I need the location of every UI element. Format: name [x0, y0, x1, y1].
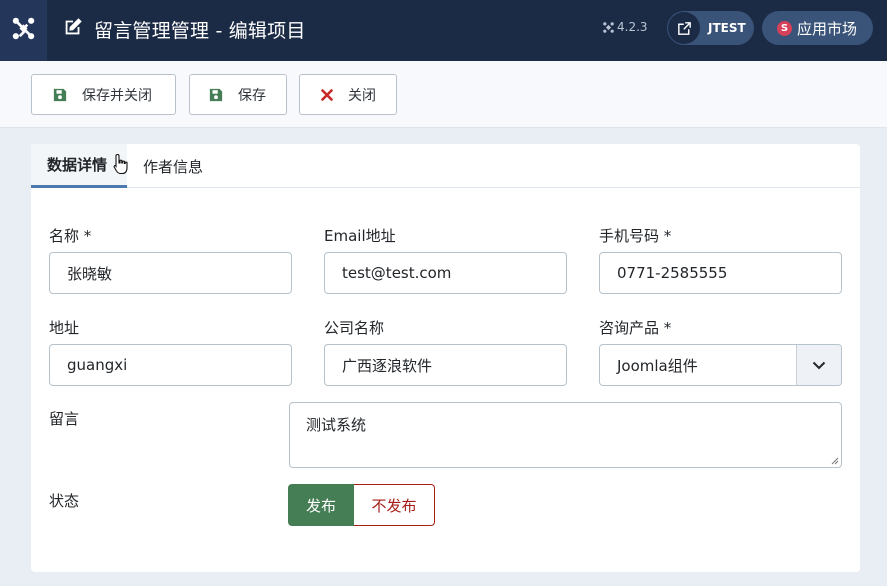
- email-label: Email地址: [324, 227, 396, 245]
- message-textarea[interactable]: 测试系统: [289, 402, 842, 468]
- site-link-button[interactable]: JTEST: [667, 11, 754, 45]
- hand-pointer-icon: [113, 153, 128, 175]
- address-input[interactable]: guangxi: [49, 344, 292, 386]
- page-title: 留言管理管理 - 编辑项目: [94, 20, 306, 42]
- app-market-button[interactable]: S 应用市场: [762, 11, 873, 45]
- message-text: 测试系统: [306, 416, 367, 434]
- site-button-label: JTEST: [708, 21, 746, 35]
- status-label: 状态: [49, 492, 80, 510]
- save-and-close-label: 保存并关闭: [82, 87, 152, 104]
- joomla-logo-button[interactable]: [0, 0, 47, 61]
- status-unpublished-option[interactable]: 不发布: [354, 484, 435, 526]
- close-label: 关闭: [348, 87, 376, 104]
- chevron-down-icon[interactable]: [796, 345, 841, 385]
- joomla-logo-icon: [12, 17, 35, 40]
- app-market-label: 应用市场: [797, 19, 858, 38]
- phone-input[interactable]: 0771-2585555: [599, 252, 842, 294]
- joomla-small-icon: [603, 21, 614, 33]
- admin-header: 留言管理管理 - 编辑项目 4.2.3 JTEST S 应用市场: [0, 0, 887, 61]
- phone-label: 手机号码 *: [599, 227, 672, 245]
- tab-author-info[interactable]: 作者信息: [143, 144, 203, 188]
- close-x-icon: [320, 88, 334, 102]
- toolbar: 保存并关闭 保存 关闭: [0, 61, 887, 128]
- edit-form-card: 数据详情 作者信息 名称 * 张晓敏 Email地址 test@test.com…: [31, 144, 860, 572]
- floppy-disk-icon: [209, 88, 223, 102]
- floppy-disk-icon: [53, 88, 67, 102]
- version-indicator: 4.2.3: [603, 20, 648, 34]
- save-label: 保存: [238, 87, 266, 104]
- site-icon-wrap: [668, 12, 700, 44]
- external-link-icon: [677, 21, 691, 35]
- version-text: 4.2.3: [617, 20, 648, 34]
- address-label: 地址: [49, 319, 80, 337]
- product-select-value: Joomla组件: [617, 356, 698, 375]
- product-select[interactable]: Joomla组件: [599, 344, 842, 386]
- name-label: 名称 *: [49, 227, 92, 245]
- close-button[interactable]: 关闭: [299, 74, 397, 115]
- status-published-option[interactable]: 发布: [288, 484, 354, 526]
- name-input[interactable]: 张晓敏: [49, 252, 292, 294]
- edit-icon: [65, 18, 82, 35]
- save-button[interactable]: 保存: [189, 74, 287, 115]
- status-toggle: 发布 不发布: [288, 484, 435, 526]
- app-market-badge: S: [777, 20, 792, 36]
- save-and-close-button[interactable]: 保存并关闭: [31, 74, 176, 115]
- email-input[interactable]: test@test.com: [324, 252, 567, 294]
- company-label: 公司名称: [324, 319, 385, 337]
- resize-grip-icon[interactable]: [830, 456, 839, 465]
- product-label: 咨询产品 *: [599, 319, 672, 337]
- message-label: 留言: [49, 410, 80, 428]
- company-input[interactable]: 广西逐浪软件: [324, 344, 567, 386]
- tab-bar: 数据详情 作者信息: [31, 144, 860, 188]
